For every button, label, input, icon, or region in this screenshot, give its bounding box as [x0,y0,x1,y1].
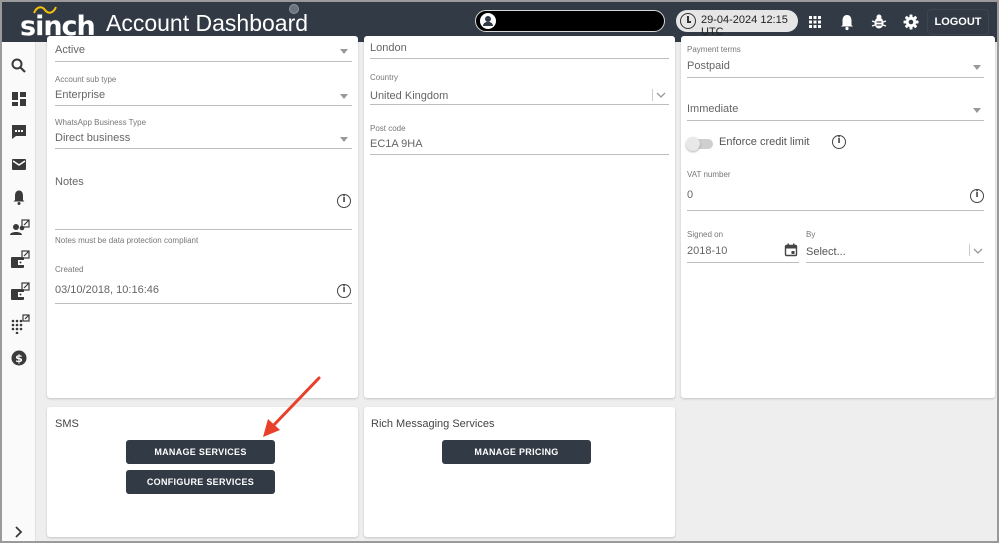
city-field[interactable] [370,58,669,59]
payment-terms-value: Postpaid [687,60,730,72]
payment-terms-label: Payment terms [687,45,741,54]
status-select[interactable] [55,61,352,62]
chevron-down-icon [973,108,981,113]
wallet-external-icon[interactable] [9,282,30,302]
gear-icon[interactable] [901,12,921,32]
whatsapp-type-select[interactable] [55,148,352,149]
info-icon[interactable]: i [337,194,351,208]
created-field [55,303,352,304]
created-label: Created [55,265,84,274]
manage-services-button[interactable]: MANAGE SERVICES [126,440,275,464]
sub-type-label: Account sub type [55,75,117,84]
sub-type-value: Enterprise [55,89,106,101]
page-title: Account Dashboard [106,10,309,36]
external-link-icon [289,4,299,14]
postcode-label: Post code [370,124,406,133]
users-external-icon[interactable] [9,218,30,238]
user-account-selector[interactable] [475,10,665,32]
city-value: London [370,42,407,54]
sms-title: SMS [55,418,79,430]
country-select[interactable] [370,104,669,105]
notes-field[interactable] [55,229,352,230]
logout-button[interactable]: LOGOUT [928,10,988,34]
dialpad-external-icon[interactable] [9,314,30,334]
divider [652,89,653,101]
country-label: Country [370,73,399,82]
timing-select[interactable] [687,120,984,121]
payment-terms-select[interactable] [687,77,984,78]
info-icon[interactable]: i [832,135,846,149]
calendar-icon[interactable] [784,243,798,257]
info-icon[interactable]: i [337,284,351,298]
notes-label: Notes [55,176,84,188]
annotation-arrow-icon [263,376,321,437]
configure-services-button[interactable]: CONFIGURE SERVICES [126,470,275,494]
vat-label: VAT number [687,170,731,179]
chevron-down-icon[interactable] [973,247,983,255]
vat-value: 0 [687,189,694,201]
chevron-down-icon [973,65,981,70]
sinch-logo[interactable]: sinch [20,5,96,42]
created-value: 03/10/2018, 10:16:46 [55,284,159,296]
signed-on-label: Signed on [687,230,724,239]
chat-icon[interactable] [9,122,29,142]
whatsapp-type-value: Direct business [55,132,131,144]
postcode-value: EC1A 9HA [370,138,423,150]
chevron-down-icon [340,94,348,99]
by-select[interactable] [806,262,984,263]
sub-type-select[interactable] [55,105,352,106]
dollar-icon[interactable]: $ [9,348,29,368]
by-label: By [806,230,816,239]
toggle-thumb [686,137,700,151]
app-window: sinch Account Dashboard 29-04-2024 12:15… [2,2,997,541]
svg-text:$: $ [15,352,23,365]
apps-grid-icon[interactable] [805,12,825,32]
signed-on-field[interactable] [687,262,799,263]
datetime-text: 29-04-2024 12:15 UTC [701,14,788,38]
info-icon[interactable]: i [970,189,984,203]
country-value: United Kingdom [370,90,449,102]
status-value: Active [55,44,85,56]
credit-limit-label: Enforce credit limit [719,136,810,148]
rms-title: Rich Messaging Services [371,418,495,430]
chevron-right-icon[interactable] [9,522,29,541]
chevron-down-icon [340,49,348,54]
clock-icon [680,13,696,29]
bell-icon[interactable] [9,187,29,207]
whatsapp-type-label: WhatsApp Business Type [55,118,147,127]
signed-on-value: 2018-10 [687,245,728,257]
user-icon [480,13,496,29]
chevron-down-icon [340,137,348,142]
bell-icon[interactable] [837,12,857,32]
address-card: London Country United Kingdom Post code … [364,36,675,398]
search-icon[interactable] [9,56,29,76]
bug-icon[interactable] [869,12,889,32]
rich-messaging-card: Rich Messaging Services MANAGE PRICING [364,407,675,537]
dashboard-icon[interactable] [9,89,29,109]
chevron-down-icon[interactable] [656,91,666,99]
clock-display: 29-04-2024 12:15 UTC [676,10,798,38]
account-details-card: Active Account sub type Enterprise Whats… [47,36,358,398]
timing-value: Immediate [687,103,739,115]
notes-hint: Notes must be data protection compliant [55,236,199,245]
wallet-external-icon[interactable] [9,250,30,270]
mail-icon[interactable] [9,154,29,174]
vat-field[interactable] [687,210,984,211]
by-select-placeholder: Select... [806,246,846,258]
manage-pricing-button[interactable]: MANAGE PRICING [442,440,591,464]
divider [969,244,970,256]
sidebar: $ [2,42,36,541]
billing-card: Payment terms Postpaid Immediate Enforce… [681,36,995,398]
postcode-field[interactable] [370,154,669,155]
